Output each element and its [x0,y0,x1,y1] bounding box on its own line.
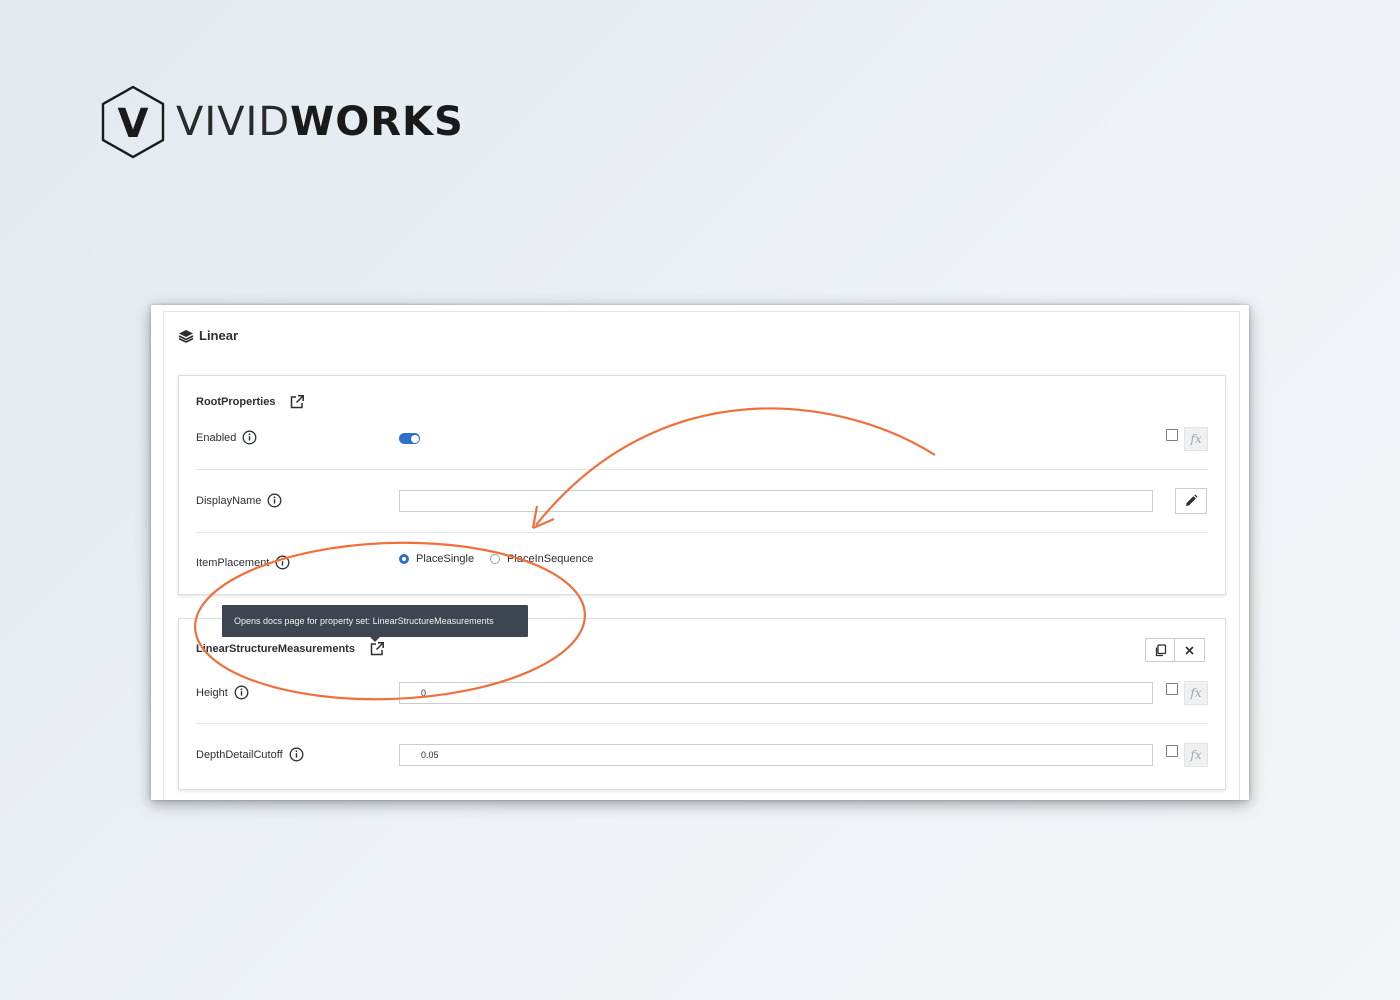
external-link-icon[interactable] [289,394,305,410]
row-divider [196,469,1208,470]
place-single-label[interactable]: PlaceSingle [416,553,474,565]
tooltip-arrow [370,637,380,642]
height-label: Height [196,685,249,700]
external-link-icon[interactable] [369,641,385,657]
info-icon[interactable] [234,685,249,700]
linear-structure-title: LinearStructureMeasurements [196,641,385,657]
linear-structure-title-text: LinearStructureMeasurements [196,643,355,655]
linear-structure-actions [1145,638,1205,662]
logo-wordmark: VIVIDWORKS [176,102,464,142]
place-single-radio[interactable] [399,554,409,564]
duplicate-button[interactable] [1145,638,1175,662]
close-icon[interactable] [1184,645,1195,656]
root-properties-title-text: RootProperties [196,396,276,408]
logo-hexagon-icon: V [101,85,165,159]
copy-icon[interactable] [1154,643,1167,657]
depth-detail-cutoff-input[interactable]: 0.05 [399,744,1153,766]
row-divider [196,532,1208,533]
depth-detail-cutoff-label: DepthDetailCutoff [196,747,304,762]
remove-button[interactable] [1175,638,1205,662]
display-name-label: DisplayName [196,493,282,508]
vividworks-logo: V VIVIDWORKS [100,85,464,159]
panel-title-text: Linear [199,328,239,343]
enabled-fx-button[interactable]: fx [1184,427,1208,451]
height-fx-button[interactable]: fx [1184,681,1208,705]
height-override-checkbox[interactable] [1166,683,1178,695]
logo-wordmark-light: VIVID [176,99,291,145]
panel-title: Linear [178,328,238,343]
depth-fx-button[interactable]: fx [1184,743,1208,767]
height-label-text: Height [196,686,228,699]
open-docs-root-button[interactable] [289,394,305,410]
place-in-sequence-label[interactable]: PlaceInSequence [507,553,593,565]
height-input[interactable]: 0 [399,682,1153,704]
enabled-label: Enabled [196,430,257,445]
logo-letter: V [118,101,149,147]
display-name-label-text: DisplayName [196,494,262,507]
row-divider [196,723,1208,724]
property-editor-screenshot: Linear RootProperties Enabled fx Display… [151,305,1249,800]
root-properties-title: RootProperties [196,394,305,410]
item-placement-label: ItemPlacement [196,555,290,570]
layers-icon [178,329,194,343]
open-docs-linear-structure-button[interactable] [369,641,385,657]
info-icon[interactable] [275,555,290,570]
enabled-toggle[interactable] [399,433,420,444]
item-placement-radio-group: PlaceSingle PlaceInSequence [399,553,609,565]
info-icon[interactable] [242,430,257,445]
pencil-icon[interactable] [1184,494,1198,508]
enabled-label-text: Enabled [196,431,237,444]
info-icon[interactable] [289,747,304,762]
depth-detail-cutoff-label-text: DepthDetailCutoff [196,748,283,761]
edit-display-name-button[interactable] [1175,488,1207,514]
item-placement-label-text: ItemPlacement [196,556,270,569]
logo-wordmark-bold: WORKS [290,99,464,145]
linear-structure-card: LinearStructureMeasurements Height 0 fx … [178,618,1226,790]
docs-tooltip: Opens docs page for property set: Linear… [222,605,528,637]
depth-override-checkbox[interactable] [1166,745,1178,757]
place-in-sequence-radio[interactable] [490,554,501,564]
info-icon[interactable] [267,493,282,508]
enabled-override-checkbox[interactable] [1166,429,1178,441]
root-properties-card: RootProperties Enabled fx DisplayName It… [178,375,1226,595]
display-name-input[interactable] [399,490,1153,512]
